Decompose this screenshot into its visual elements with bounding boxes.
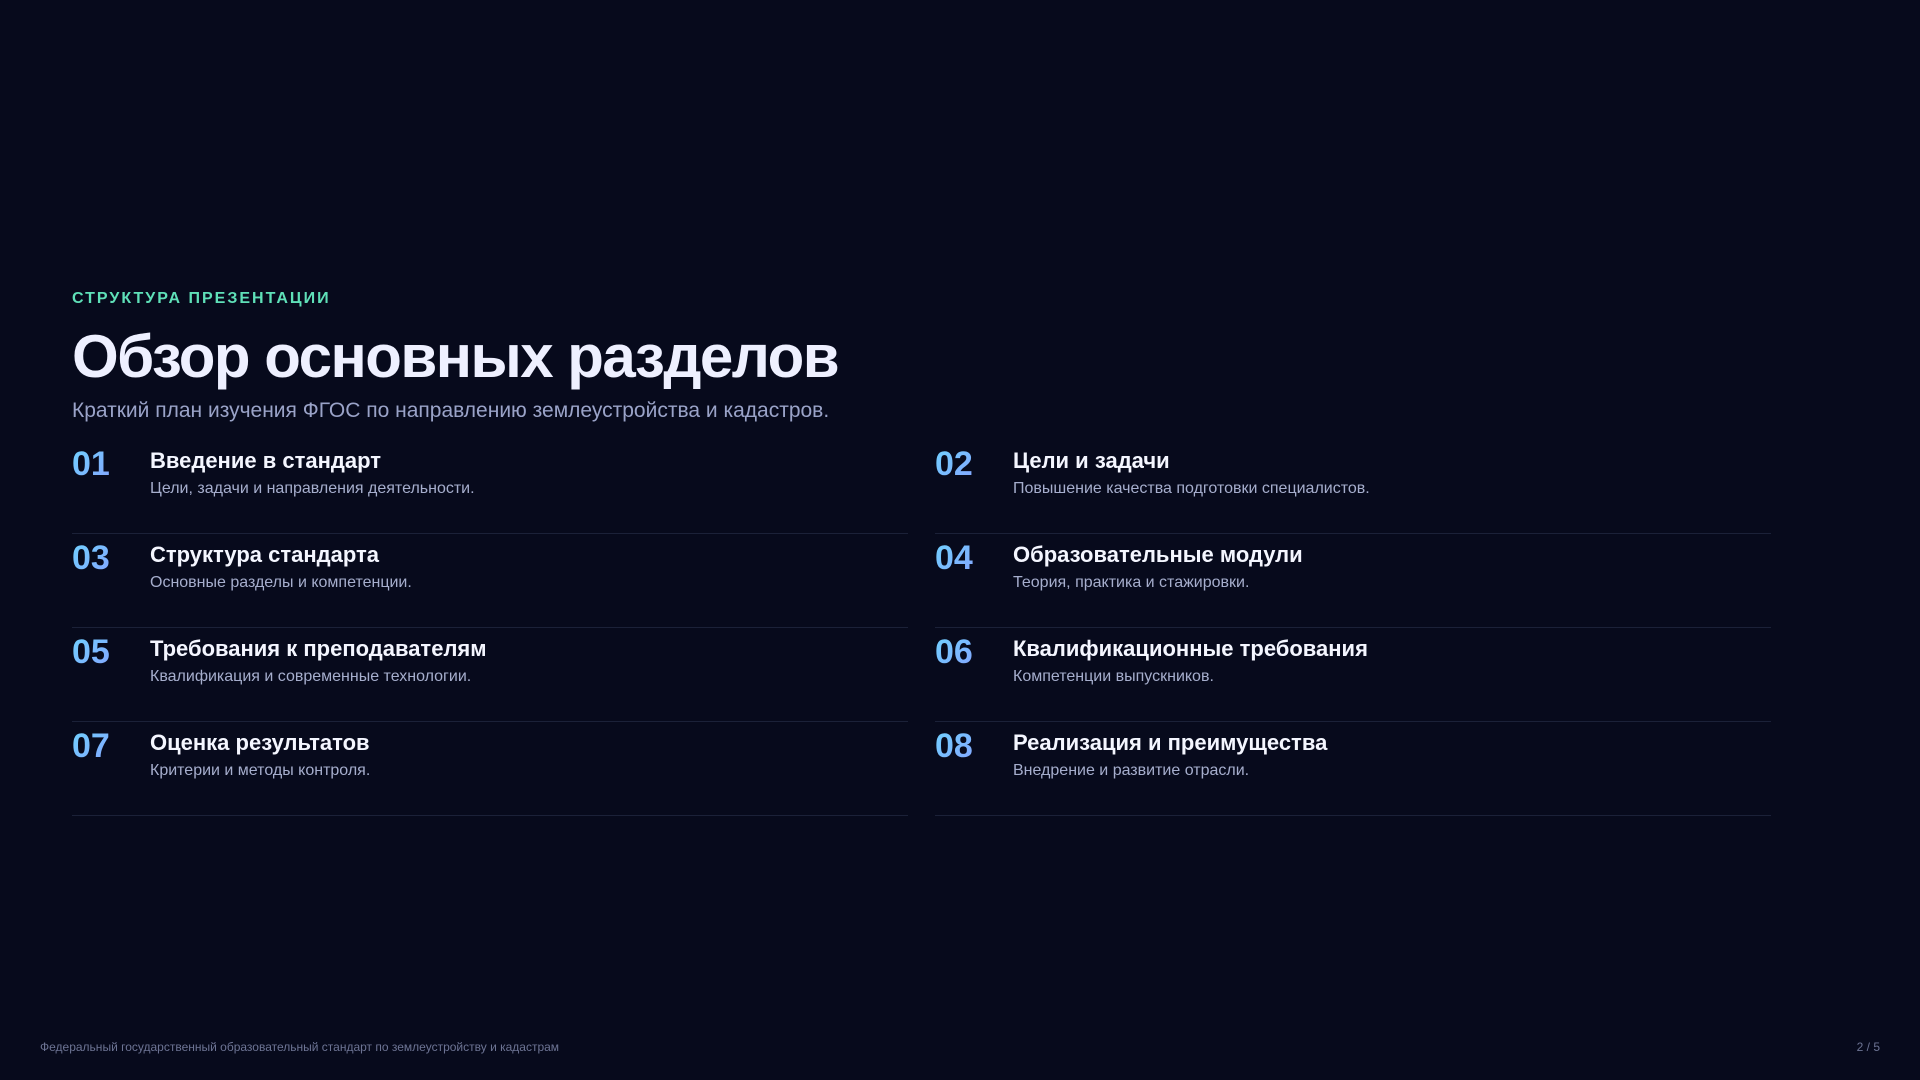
- section-description: Критерии и методы контроля.: [150, 762, 371, 779]
- section-number: 07: [72, 726, 150, 766]
- section-eyebrow: СТРУКТУРА ПРЕЗЕНТАЦИИ: [72, 290, 331, 307]
- section-item-04: 04 Образовательные модули Теория, практи…: [935, 534, 1771, 628]
- section-title: Цели и задачи: [1013, 448, 1170, 473]
- section-description: Теория, практика и стажировки.: [1013, 574, 1250, 591]
- section-item-05: 05 Требования к преподавателям Квалифика…: [72, 628, 908, 722]
- section-title: Образовательные модули: [1013, 542, 1303, 567]
- section-description: Основные разделы и компетенции.: [150, 574, 412, 591]
- section-description: Компетенции выпускников.: [1013, 668, 1214, 685]
- section-item-02: 02 Цели и задачи Повышение качества подг…: [935, 440, 1771, 534]
- section-text: Реализация и преимущества Внедрение и ра…: [1013, 726, 1327, 782]
- section-item-06: 06 Квалификационные требования Компетенц…: [935, 628, 1771, 722]
- slide-content: СТРУКТУРА ПРЕЗЕНТАЦИИ Обзор основных раз…: [72, 290, 1772, 816]
- section-title: Введение в стандарт: [150, 448, 382, 473]
- section-description: Повышение качества подготовки специалист…: [1013, 480, 1370, 497]
- section-text: Оценка результатов Критерии и методы кон…: [150, 726, 370, 782]
- page-subtitle: Краткий план изучения ФГОС по направлени…: [72, 399, 830, 422]
- section-number: 05: [72, 632, 150, 672]
- section-text: Введение в стандарт Цели, задачи и напра…: [150, 444, 475, 500]
- section-title: Квалификационные требования: [1013, 636, 1368, 661]
- section-item-07: 07 Оценка результатов Критерии и методы …: [72, 722, 908, 816]
- section-title: Реализация и преимущества: [1013, 730, 1328, 755]
- section-number: 06: [935, 632, 1013, 672]
- page-counter: 2 / 5: [1856, 1040, 1880, 1054]
- section-number: 01: [72, 444, 150, 484]
- section-title: Структура стандарта: [150, 542, 380, 567]
- section-text: Квалификационные требования Компетенции …: [1013, 632, 1368, 688]
- section-item-08: 08 Реализация и преимущества Внедрение и…: [935, 722, 1771, 816]
- section-description: Цели, задачи и направления деятельности.: [150, 480, 475, 497]
- footer-caption: Федеральный государственный образователь…: [40, 1040, 560, 1054]
- section-number: 04: [935, 538, 1013, 578]
- section-item-01: 01 Введение в стандарт Цели, задачи и на…: [72, 440, 908, 534]
- section-number: 08: [935, 726, 1013, 766]
- section-item-03: 03 Структура стандарта Основные разделы …: [72, 534, 908, 628]
- section-text: Структура стандарта Основные разделы и к…: [150, 538, 412, 594]
- section-text: Цели и задачи Повышение качества подгото…: [1013, 444, 1370, 500]
- section-number: 02: [935, 444, 1013, 484]
- section-description: Квалификация и современные технологии.: [150, 668, 472, 685]
- section-text: Образовательные модули Теория, практика …: [1013, 538, 1303, 594]
- section-title: Оценка результатов: [150, 730, 370, 755]
- page-title: Обзор основных разделов: [72, 323, 840, 390]
- section-description: Внедрение и развитие отрасли.: [1013, 762, 1250, 779]
- section-title: Требования к преподавателям: [150, 636, 487, 661]
- section-text: Требования к преподавателям Квалификация…: [150, 632, 487, 688]
- slide: СТРУКТУРА ПРЕЗЕНТАЦИИ Обзор основных раз…: [0, 0, 1920, 1080]
- sections-grid: 01 Введение в стандарт Цели, задачи и на…: [72, 440, 1772, 816]
- section-number: 03: [72, 538, 150, 578]
